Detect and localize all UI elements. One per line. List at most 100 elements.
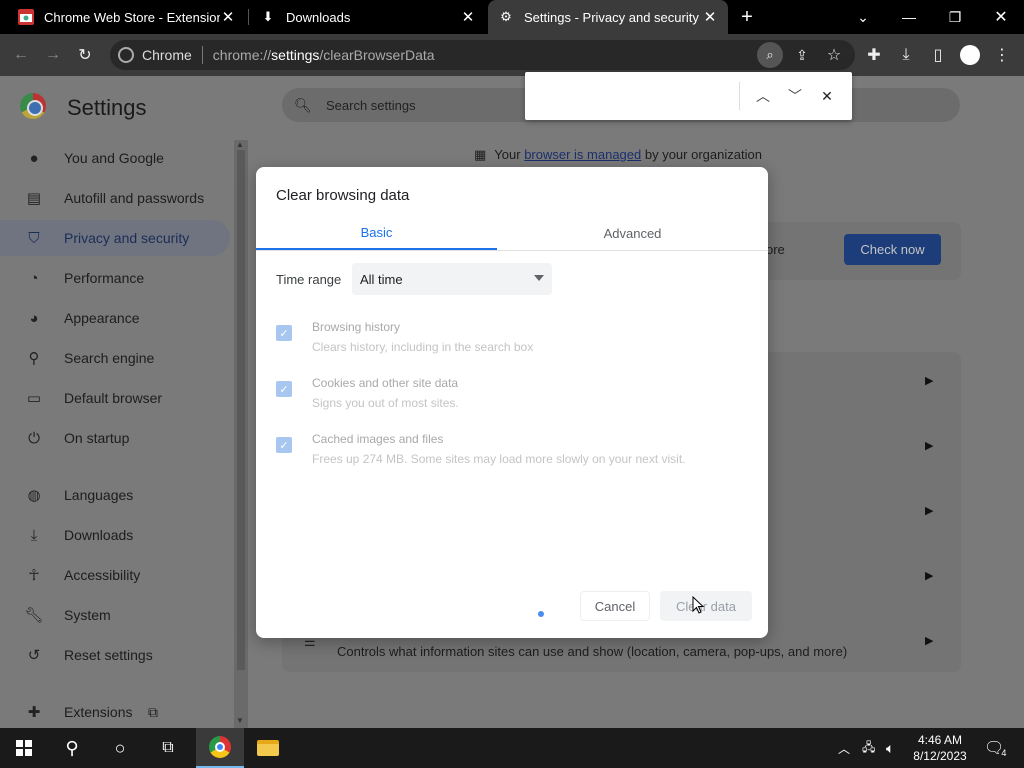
checkbox-cached-images[interactable]: ✓: [276, 437, 292, 453]
window-close-button[interactable]: ✕: [978, 0, 1024, 34]
volume-icon[interactable]: 🔈︎: [886, 728, 894, 768]
sidebar-item-search-engine[interactable]: ⚲ Search engine: [0, 340, 230, 376]
site-settings-description: Controls what information sites can use …: [337, 644, 848, 659]
divider: [201, 46, 203, 64]
gear-icon: ⚙: [500, 9, 512, 24]
site-chip: Chrome: [142, 47, 192, 63]
task-view-icon[interactable]: ⧉: [144, 728, 192, 768]
scrollbar-thumb[interactable]: [237, 150, 245, 670]
address-bar[interactable]: Chrome chrome://settings/clearBrowserDat…: [110, 40, 855, 70]
find-next-icon[interactable]: ﹀: [783, 84, 807, 108]
time-range-select[interactable]: All time: [352, 263, 552, 295]
sidebar-item-label: Performance: [64, 270, 145, 286]
browser-icon: ▭: [26, 390, 42, 407]
sidebar-item-languages[interactable]: ◍ Languages: [0, 477, 230, 513]
sidebar-item-label: Languages: [64, 487, 134, 503]
reload-button[interactable]: ↻: [72, 42, 98, 68]
chevron-right-icon[interactable]: ▶: [925, 569, 933, 582]
file-explorer-icon[interactable]: [244, 728, 292, 768]
person-icon: ●: [29, 149, 39, 167]
network-icon[interactable]: 🖧︎: [862, 728, 875, 768]
sidebar-scrollbar[interactable]: ▲ ▼: [234, 140, 248, 728]
download-icon: ⬇: [262, 9, 274, 24]
menu-kebab-icon[interactable]: ⋮: [989, 42, 1015, 68]
puzzle-icon: ✚: [27, 704, 41, 721]
chrome-taskbar-icon[interactable]: [196, 728, 244, 768]
search-icon: ⚲: [28, 350, 40, 367]
sidebar-item-default-browser[interactable]: ▭ Default browser: [0, 380, 230, 416]
chrome-logo-icon: [20, 93, 46, 119]
building-icon: ▦: [474, 147, 487, 162]
taskbar: ⚲ ○ ⧉ ︿ 🖧︎ 🔈︎ 4:46 AM 8/12/2023 🗨︎ 4: [0, 728, 1024, 768]
sidebar-item-reset[interactable]: ↺ Reset settings: [0, 637, 230, 673]
search-placeholder: Search settings: [326, 97, 416, 113]
sidebar-item-appearance[interactable]: ◕ Appearance: [0, 300, 230, 336]
sidebar-item-label: Downloads: [64, 527, 134, 543]
check-now-button[interactable]: Check now: [844, 234, 941, 265]
extensions-puzzle-icon[interactable]: ✚: [861, 42, 887, 68]
minimize-button[interactable]: —: [886, 0, 932, 34]
sidebar-item-label: System: [64, 607, 111, 623]
wrench-icon: 🔧︎: [24, 607, 44, 624]
sidebar-item-extensions[interactable]: ✚ Extensions ⧉: [0, 694, 230, 728]
time-range-value: All time: [360, 271, 403, 287]
chevron-right-icon[interactable]: ▶: [925, 504, 933, 517]
tab-basic[interactable]: Basic: [256, 217, 497, 250]
tab-advanced[interactable]: Advanced: [512, 217, 753, 250]
clear-data-button[interactable]: Clear data: [660, 591, 752, 621]
cancel-button[interactable]: Cancel: [580, 591, 650, 621]
bookmark-star-icon[interactable]: ☆: [821, 42, 847, 68]
cortana-icon[interactable]: ○: [96, 728, 144, 768]
managed-link[interactable]: browser is managed: [524, 147, 641, 162]
search-icon: 🔍︎: [294, 97, 312, 113]
close-icon[interactable]: ✕: [220, 8, 236, 26]
option-title: Cookies and other site data: [312, 376, 459, 390]
option-title: Browsing history: [312, 320, 401, 334]
new-tab-button[interactable]: +: [724, 0, 770, 34]
chevron-right-icon[interactable]: ▶: [925, 439, 933, 452]
checkbox-cookies[interactable]: ✓: [276, 381, 292, 397]
sidebar-item-downloads[interactable]: ⤓ Downloads: [0, 517, 230, 553]
find-close-icon[interactable]: ✕: [815, 84, 839, 108]
system-clock[interactable]: 4:46 AM 8/12/2023: [905, 732, 975, 764]
profile-avatar-icon[interactable]: [957, 42, 983, 68]
tab-search-icon[interactable]: ⌄: [840, 0, 886, 34]
sidebar-item-autofill[interactable]: ▤ Autofill and passwords: [0, 180, 230, 216]
tab-downloads[interactable]: ⬇ Downloads ✕: [250, 0, 486, 34]
sidebar-item-you-and-google[interactable]: ● You and Google: [0, 140, 230, 176]
find-previous-icon[interactable]: ︿: [751, 84, 775, 108]
sidebar-item-accessibility[interactable]: ☥ Accessibility: [0, 557, 230, 593]
scroll-down-arrow-icon[interactable]: ▼: [236, 716, 244, 725]
managed-notice: ▦ Your browser is managed by your organiz…: [474, 147, 762, 162]
find-input[interactable]: [537, 84, 737, 108]
sidebar-item-label: Default browser: [64, 390, 163, 406]
sidebar-item-performance[interactable]: ◔ Performance: [0, 260, 230, 296]
side-panel-icon[interactable]: ▯: [925, 42, 951, 68]
chevron-right-icon[interactable]: ▶: [925, 374, 933, 387]
chevron-right-icon[interactable]: ▶: [925, 634, 933, 647]
tab-title: Downloads: [286, 9, 351, 25]
share-icon[interactable]: ⇪: [789, 42, 815, 68]
windows-start-icon[interactable]: [0, 728, 48, 768]
close-icon[interactable]: ✕: [702, 8, 718, 26]
sidebar-item-privacy[interactable]: ⛉ Privacy and security: [0, 220, 230, 256]
close-icon[interactable]: ✕: [460, 8, 476, 26]
tab-settings[interactable]: ⚙ Settings - Privacy and security ✕: [488, 0, 728, 34]
scroll-up-arrow-icon[interactable]: ▲: [236, 140, 244, 149]
restore-button[interactable]: ❐: [932, 0, 978, 34]
forward-button[interactable]: →: [40, 42, 66, 68]
back-button[interactable]: ←: [8, 42, 34, 68]
downloads-icon[interactable]: ⤓: [893, 42, 919, 68]
checkbox-browsing-history[interactable]: ✓: [276, 325, 292, 341]
caret-down-icon: [534, 275, 544, 281]
sidebar-item-on-startup[interactable]: ⏻ On startup: [0, 420, 230, 456]
tray-chevron-icon[interactable]: ︿: [838, 728, 850, 768]
chrome-site-icon[interactable]: [118, 47, 134, 63]
sidebar-item-system[interactable]: 🔧︎ System: [0, 597, 230, 633]
tab-web-store[interactable]: Chrome Web Store - Extensions ✕: [8, 0, 246, 34]
search-icon[interactable]: ⚲: [48, 728, 96, 768]
notifications-icon[interactable]: 🗨︎ 4: [984, 728, 1006, 768]
find-icon[interactable]: ⌕: [757, 42, 783, 68]
loading-spinner: [538, 611, 544, 617]
power-icon: ⏻: [28, 429, 40, 447]
